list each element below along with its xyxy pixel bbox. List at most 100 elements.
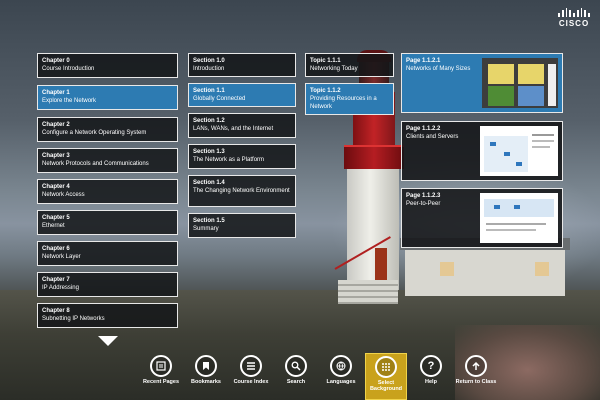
section-subtitle: Summary (193, 226, 219, 232)
cisco-logo: CISCO (557, 8, 591, 28)
chapter-item[interactable]: Chapter 6 Network Layer (37, 241, 178, 266)
thumbnail-device (490, 142, 496, 146)
lighthouse-stairs (338, 280, 398, 304)
page-thumbnail (482, 58, 558, 108)
chapter-title: Chapter 7 (42, 277, 70, 283)
topic-title: Topic 1.1.1 (310, 58, 341, 64)
chapter-subtitle: Subnetting IP Networks (42, 316, 105, 322)
section-item[interactable]: Section 1.2 LANs, WANs, and the Internet (188, 113, 296, 138)
section-subtitle: The Network as a Platform (193, 157, 265, 163)
section-list: Section 1.0 Introduction Section 1.1 Globa… (188, 53, 296, 238)
chapter-title: Chapter 3 (42, 153, 70, 159)
chapter-item[interactable]: Chapter 2 Configure a Network Operating S… (37, 117, 178, 142)
chapter-subtitle: Configure a Network Operating System (42, 130, 147, 136)
bookmarks-button[interactable]: Bookmarks (185, 353, 227, 400)
course-index-icon (240, 355, 262, 377)
topic-title: Topic 1.1.2 (310, 88, 341, 94)
thumbnail-text-line (486, 223, 546, 225)
section-item[interactable]: Section 1.5 Summary (188, 213, 296, 238)
section-subtitle: LANs, WANs, and the Internet (193, 126, 274, 132)
section-title: Section 1.1 (193, 88, 225, 94)
thumbnail-tile (488, 86, 514, 106)
thumbnail-device (516, 162, 522, 166)
return-to-class-label: Return to Class (455, 379, 497, 385)
page-thumbnail (480, 126, 558, 176)
topic-item-selected[interactable]: Topic 1.1.2 Providing Resources in a Netw… (305, 83, 394, 115)
page-item-selected[interactable]: Page 1.1.2.1 Networks of Many Sizes (401, 53, 563, 113)
lighthouse-tower (347, 160, 399, 290)
chapter-item[interactable]: Chapter 0 Course Introduction (37, 53, 178, 78)
search-button[interactable]: Search (275, 353, 317, 400)
chapter-title: Chapter 1 (42, 90, 70, 96)
thumbnail-text-line (532, 140, 554, 142)
grid-icon (375, 356, 397, 378)
topic-subtitle: Networking Today (310, 66, 358, 72)
bottom-toolbar: Recent Pages Bookmarks Course Index Sear… (140, 353, 500, 400)
section-subtitle: The Changing Network Environment (193, 188, 290, 194)
chapter-item[interactable]: Chapter 8 Subnetting IP Networks (37, 303, 178, 328)
page-item[interactable]: Page 1.1.2.2 Clients and Servers (401, 121, 563, 181)
chapter-item[interactable]: Chapter 7 IP Addressing (37, 272, 178, 297)
thumbnail-text-line (532, 134, 554, 136)
return-arrow-icon (465, 355, 487, 377)
chapter-subtitle: IP Addressing (42, 285, 79, 291)
chapter-subtitle: Network Protocols and Communications (42, 161, 149, 167)
search-label: Search (286, 379, 306, 385)
select-background-button[interactable]: Select Background (365, 353, 407, 400)
thumbnail-device (504, 152, 510, 156)
course-index-button[interactable]: Course Index (230, 353, 272, 400)
chapter-item-selected[interactable]: Chapter 1 Explore the Network (37, 85, 178, 110)
chapter-title: Chapter 6 (42, 246, 70, 252)
chapter-item[interactable]: Chapter 4 Network Access (37, 179, 178, 204)
scroll-down-arrow[interactable] (98, 336, 118, 346)
section-item[interactable]: Section 1.3 The Network as a Platform (188, 144, 296, 169)
chapter-item[interactable]: Chapter 3 Network Protocols and Communica… (37, 148, 178, 173)
chapter-subtitle: Ethernet (42, 223, 65, 229)
chapter-subtitle: Explore the Network (42, 98, 97, 104)
lighthouse-door (375, 248, 387, 282)
languages-button[interactable]: Languages (320, 353, 362, 400)
recent-pages-icon (150, 355, 172, 377)
recent-pages-button[interactable]: Recent Pages (140, 353, 182, 400)
chapter-title: Chapter 4 (42, 184, 70, 190)
chapter-subtitle: Network Layer (42, 254, 81, 260)
chapter-title: Chapter 0 (42, 58, 70, 64)
return-to-class-button[interactable]: Return to Class (455, 353, 497, 400)
help-label: Help (425, 379, 437, 385)
section-subtitle: Globally Connected (193, 96, 246, 102)
chapter-title: Chapter 8 (42, 308, 70, 314)
section-title: Section 1.2 (193, 118, 225, 124)
chapter-list: Chapter 0 Course Introduction Chapter 1 Ex… (37, 53, 178, 328)
thumbnail-tile (518, 64, 544, 84)
chapter-item[interactable]: Chapter 5 Ethernet (37, 210, 178, 235)
thumbnail-device (494, 205, 500, 209)
section-item-selected[interactable]: Section 1.1 Globally Connected (188, 83, 296, 107)
search-icon (285, 355, 307, 377)
languages-label: Languages (326, 379, 356, 385)
thumbnail-text-line (532, 146, 550, 148)
lighthouse-gallery (344, 145, 404, 169)
topic-subtitle: Providing Resources in a Network (310, 96, 377, 110)
thumbnail-tile (518, 86, 544, 106)
bookmark-icon (195, 355, 217, 377)
thumbnail-device (514, 205, 520, 209)
page-item[interactable]: Page 1.1.2.3 Peer-to-Peer (401, 188, 563, 248)
course-index-label: Course Index (233, 379, 269, 385)
section-title: Section 1.3 (193, 149, 225, 155)
thumbnail-text-panel (548, 64, 556, 106)
help-button[interactable]: ? Help (410, 353, 452, 400)
section-title: Section 1.0 (193, 58, 225, 64)
chapter-title: Chapter 2 (42, 122, 70, 128)
topic-item[interactable]: Topic 1.1.1 Networking Today (305, 53, 394, 77)
section-item[interactable]: Section 1.4 The Changing Network Environm… (188, 175, 296, 207)
help-icon: ? (420, 355, 442, 377)
house-window (535, 262, 549, 276)
section-subtitle: Introduction (193, 66, 225, 72)
section-title: Section 1.4 (193, 180, 225, 186)
chapter-subtitle: Network Access (42, 192, 85, 198)
section-item[interactable]: Section 1.0 Introduction (188, 53, 296, 77)
page-thumbnail (480, 193, 558, 243)
thumbnail-text-line (486, 229, 536, 231)
thumbnail-tile (488, 64, 514, 84)
chapter-subtitle: Course Introduction (42, 66, 95, 72)
